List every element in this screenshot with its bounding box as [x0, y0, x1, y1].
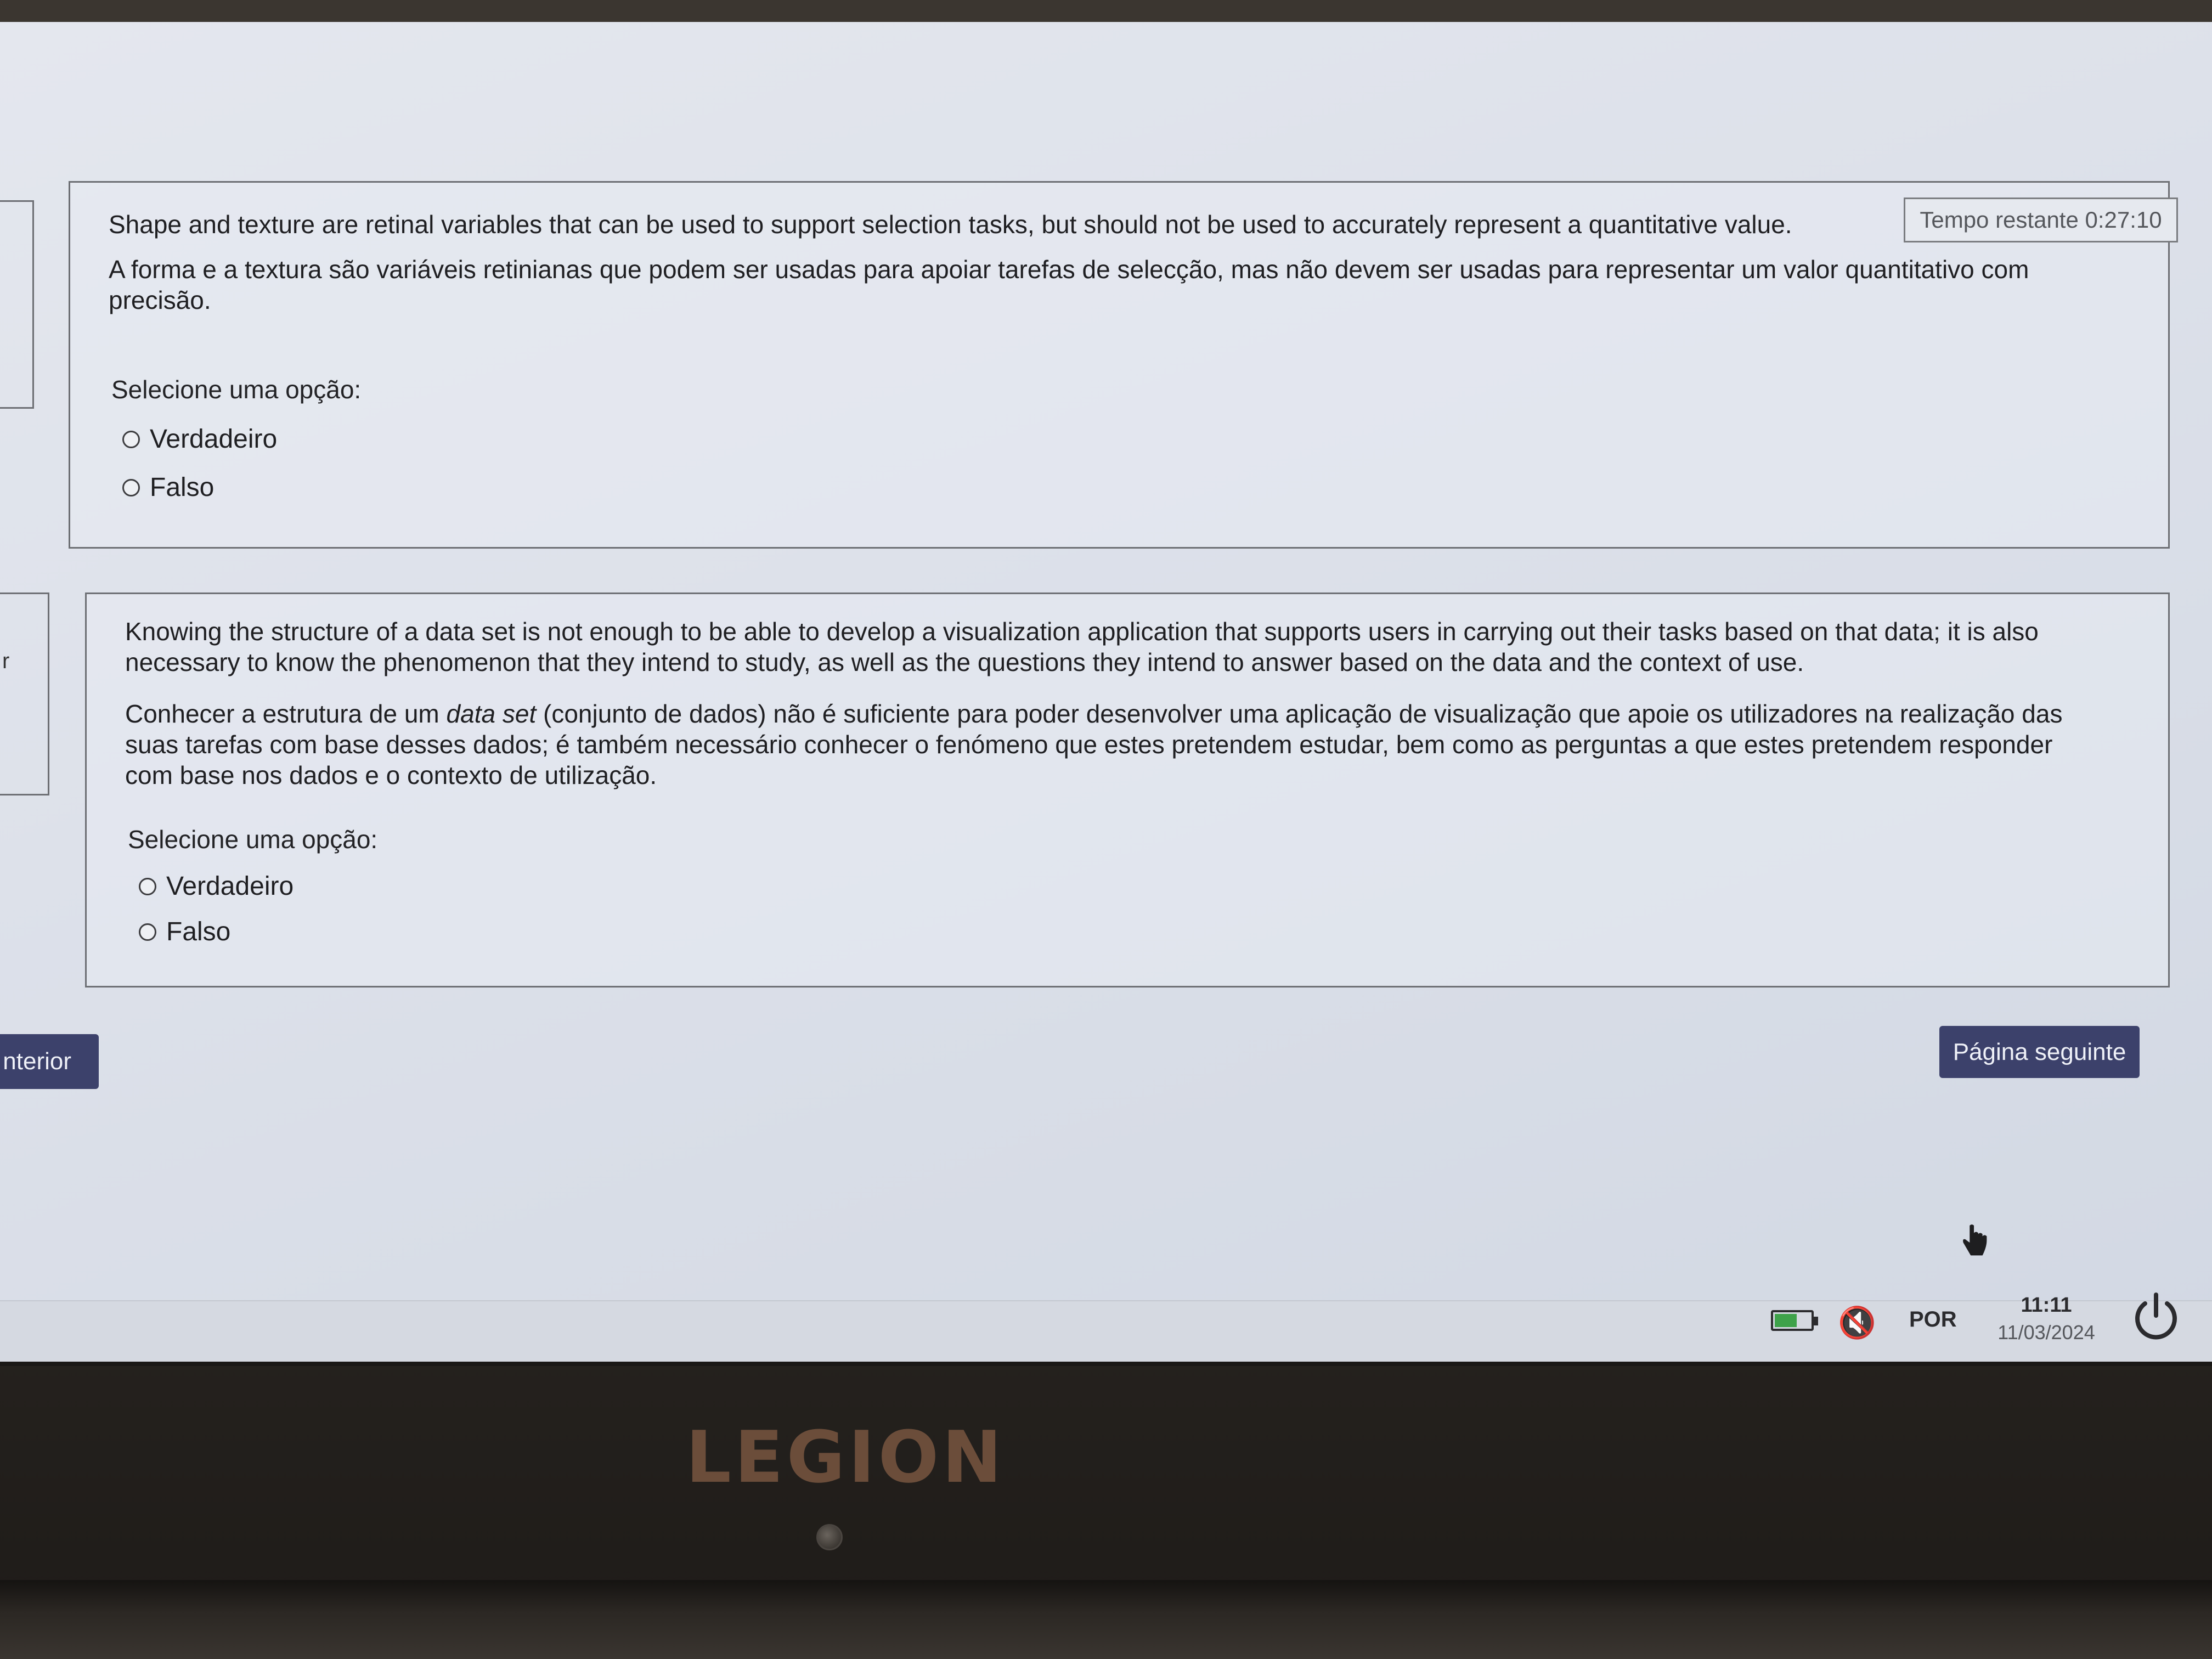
question-1: Shape and texture are retinal variables … — [69, 181, 2170, 549]
question-text-pt-italic: data set — [446, 699, 537, 728]
volume-muted-icon[interactable]: 🔇 — [1838, 1305, 1876, 1341]
option-false[interactable]: Falso — [139, 917, 230, 947]
left-panel-fragment-text: r — [2, 649, 10, 673]
clock-time[interactable]: 11:11 — [1991, 1294, 2101, 1317]
radio-button[interactable] — [139, 923, 156, 941]
time-remaining: Tempo restante 0:27:10 — [1904, 198, 2178, 242]
power-icon[interactable] — [2129, 1289, 2183, 1344]
question-text-en: Shape and texture are retinal variables … — [109, 210, 1792, 239]
laptop-hinge — [0, 1580, 2212, 1659]
battery-icon[interactable] — [1771, 1310, 1818, 1331]
radio-button[interactable] — [122, 478, 140, 496]
radio-button[interactable] — [122, 430, 140, 448]
next-page-button[interactable]: Página seguinte — [1939, 1026, 2140, 1078]
option-false[interactable]: Falso — [122, 472, 214, 503]
language-indicator[interactable]: POR — [1909, 1307, 1957, 1332]
question-text-pt-start: Conhecer a estrutura de um — [125, 699, 447, 728]
question-text-pt: A forma e a textura são variáveis retini… — [109, 255, 2029, 314]
left-panel-fragment — [0, 200, 34, 409]
taskbar — [0, 1300, 2212, 1362]
laptop-screen: r Shape and texture are retinal variable… — [0, 22, 2212, 1366]
option-label: Verdadeiro — [150, 425, 278, 454]
photo-stage: r Shape and texture are retinal variable… — [0, 0, 2212, 1659]
webcam — [816, 1524, 843, 1550]
left-panel-fragment: r — [0, 592, 49, 795]
select-option-prompt: Selecione uma opção: — [111, 375, 362, 404]
previous-page-button[interactable]: nterior — [0, 1034, 99, 1089]
option-label: Falso — [166, 917, 231, 946]
question-text-en: Knowing the structure of a data set is n… — [125, 617, 2039, 676]
radio-button[interactable] — [139, 877, 156, 895]
option-true[interactable]: Verdadeiro — [122, 424, 277, 454]
hand-cursor-icon — [1963, 1224, 1987, 1256]
option-label: Verdadeiro — [166, 872, 294, 901]
question-2: Knowing the structure of a data set is n… — [85, 592, 2170, 988]
question-text-pt: Conhecer a estrutura de um data set (con… — [125, 698, 2086, 791]
option-label: Falso — [150, 473, 215, 502]
brand-logo: LEGION — [686, 1415, 1006, 1499]
option-true[interactable]: Verdadeiro — [139, 871, 294, 901]
select-option-prompt: Selecione uma opção: — [128, 825, 378, 854]
clock-date[interactable]: 11/03/2024 — [1991, 1321, 2101, 1344]
